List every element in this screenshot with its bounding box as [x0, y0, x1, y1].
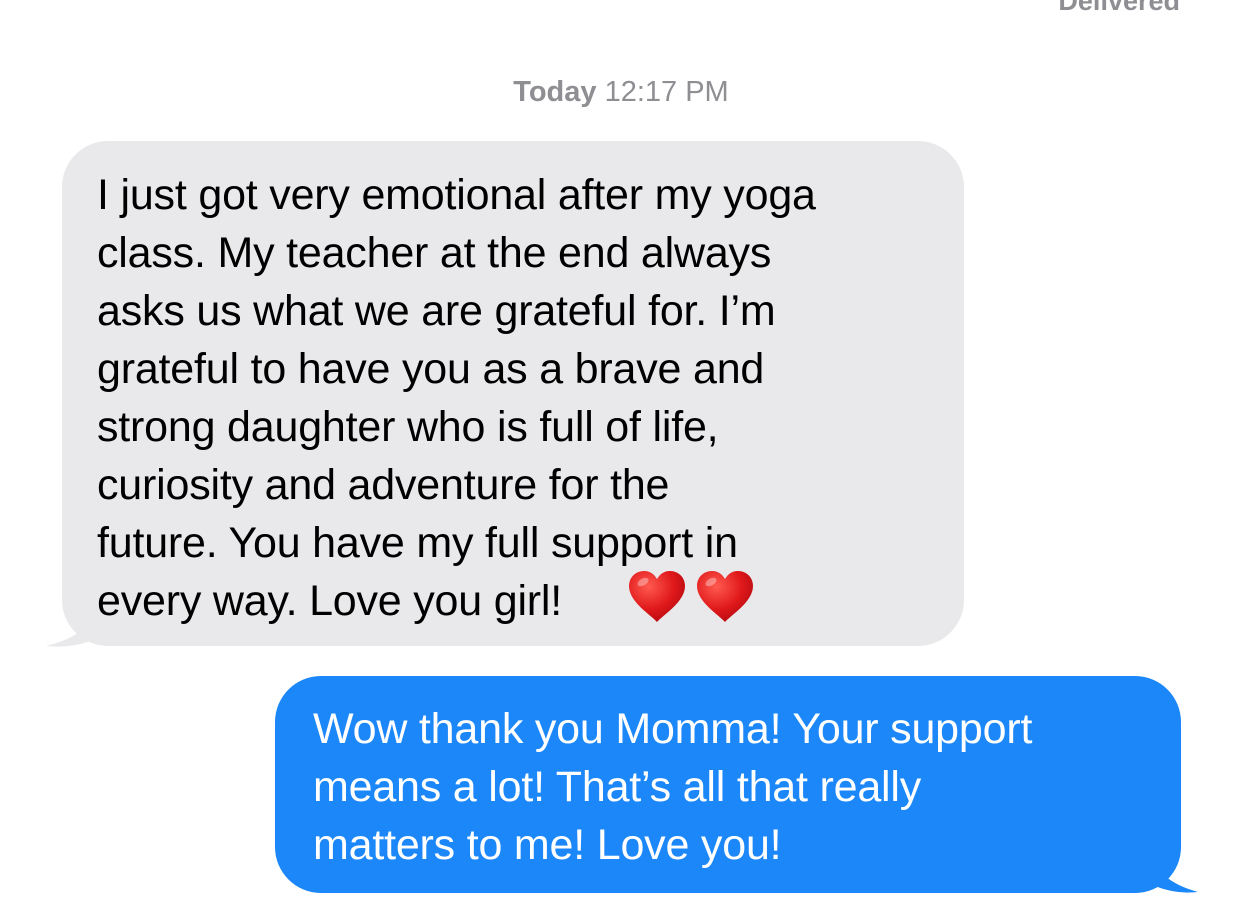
heart-emoji-pair: [629, 571, 753, 622]
message-timestamp: Today 12:17 PM: [0, 74, 1242, 110]
delivered-status: Delivered: [1058, 0, 1180, 16]
heart-emoji-icon: [697, 571, 753, 622]
incoming-message-text: I just got very emotional after my yoga …: [97, 171, 816, 625]
timestamp-day: Today: [513, 76, 597, 108]
outgoing-message-text: Wow thank you Momma! Your support means …: [313, 705, 1033, 869]
heart-emoji-icon: [629, 571, 685, 622]
timestamp-time: 12:17 PM: [604, 76, 729, 108]
incoming-bubble-tail: [46, 596, 100, 647]
